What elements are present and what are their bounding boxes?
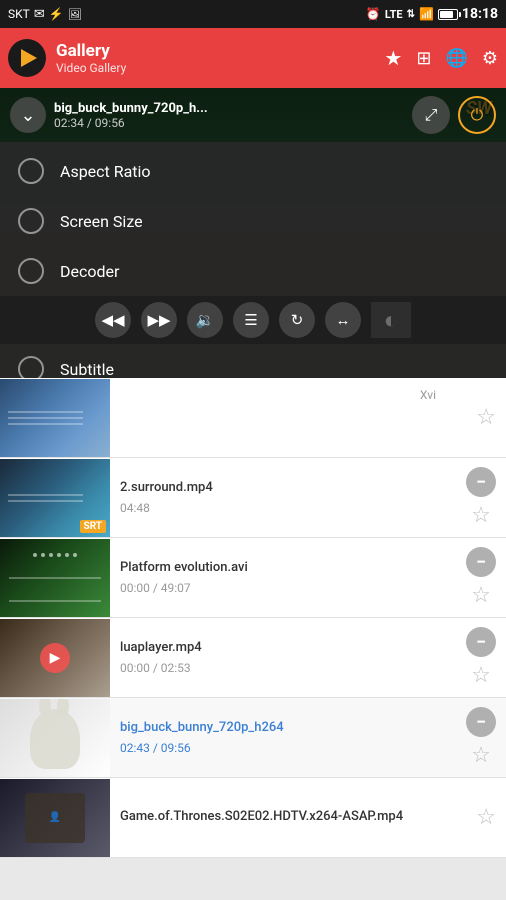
file-info: luaplayer.mp4 00:00 / 02:53	[110, 634, 466, 681]
file-actions: − ☆	[466, 467, 506, 528]
file-thumbnail	[0, 539, 110, 617]
overlay-dim: ◐	[371, 302, 411, 338]
app-bar: Gallery Video Gallery ★ ⊞ 🌐 ⚙	[0, 28, 506, 88]
file-info: Platform evolution.avi 00:00 / 49:07	[110, 554, 466, 601]
file-info: big_buck_bunny_720p_h264 02:43 / 09:56	[110, 714, 466, 761]
star-button[interactable]: ☆	[471, 663, 491, 688]
fit-button[interactable]: ↔	[325, 302, 361, 338]
radio-aspect-ratio	[18, 158, 44, 184]
list-item[interactable]: big_buck_bunny_720p_h264 02:43 / 09:56 −…	[0, 698, 506, 778]
player-chevron-button[interactable]: ⌄	[10, 97, 46, 133]
file-actions: − ☆	[466, 627, 506, 688]
radio-subtitle	[18, 356, 44, 378]
gallery-status-icon: 🖼	[68, 8, 82, 21]
remove-button[interactable]: −	[466, 547, 496, 577]
app-title: Gallery	[56, 41, 376, 61]
radio-decoder	[18, 258, 44, 284]
file-time: 00:00 / 02:53	[120, 661, 456, 675]
file-info: 2.surround.mp4 04:48	[110, 474, 466, 521]
settings-icon[interactable]: ⚙	[482, 48, 498, 69]
usb-icon: ⚡	[49, 7, 64, 21]
carrier-label: SKT	[8, 7, 30, 21]
file-info	[110, 412, 476, 424]
file-actions: − ☆	[466, 547, 506, 608]
file-name: Game.of.Thrones.S02E02.HDTV.x264-ASAP.mp…	[120, 809, 466, 826]
file-name: 2.surround.mp4	[120, 480, 456, 497]
signal-icon: 📶	[419, 7, 434, 21]
menu-item-screen-size[interactable]: Screen Size	[0, 196, 506, 246]
time-label: 18:18	[462, 6, 498, 22]
file-thumbnail	[0, 699, 110, 777]
star-button[interactable]: ☆	[476, 805, 496, 830]
menu-item-aspect-ratio[interactable]: Aspect Ratio	[0, 146, 506, 196]
player-area[interactable]: SW ⌄ big_buck_bunny_720p_h... 02:34 / 09…	[0, 88, 506, 378]
file-thumbnail	[0, 379, 110, 457]
battery-icon	[438, 9, 458, 20]
menu-label-subtitle: Subtitle	[60, 360, 114, 379]
list-item[interactable]: ▶ luaplayer.mp4 00:00 / 02:53 − ☆	[0, 618, 506, 698]
file-thumbnail: SRT	[0, 459, 110, 537]
player-filename: big_buck_bunny_720p_h...	[54, 101, 404, 116]
star-button[interactable]: ☆	[476, 405, 496, 430]
skip-back-button[interactable]: ◀◀	[95, 302, 131, 338]
email-icon: ✉	[34, 7, 45, 22]
expand-button[interactable]: ⤢	[412, 96, 450, 134]
equalizer-button[interactable]: ☰	[233, 302, 269, 338]
file-name: luaplayer.mp4	[120, 640, 456, 657]
file-actions: − ☆	[466, 707, 506, 768]
menu-label-decoder: Decoder	[60, 262, 119, 281]
star-icon[interactable]: ★	[384, 46, 402, 70]
file-info: Game.of.Thrones.S02E02.HDTV.x264-ASAP.mp…	[110, 803, 476, 832]
globe-icon[interactable]: 🌐	[445, 48, 467, 69]
star-button[interactable]: ☆	[471, 503, 491, 528]
player-time: 02:34 / 09:56	[54, 116, 404, 130]
list-item[interactable]: SRT 2.surround.mp4 04:48 − ☆	[0, 458, 506, 538]
radio-screen-size	[18, 208, 44, 234]
volume-button[interactable]: 🔉	[187, 302, 223, 338]
list-item[interactable]: 👤 Game.of.Thrones.S02E02.HDTV.x264-ASAP.…	[0, 778, 506, 858]
player-top-bar: ⌄ big_buck_bunny_720p_h... 02:34 / 09:56…	[0, 88, 506, 142]
list-item[interactable]: Xvi ☆	[0, 378, 506, 458]
file-time: 00:00 / 49:07	[120, 581, 456, 595]
grid-icon[interactable]: ⊞	[416, 48, 431, 69]
dropdown-menu: Aspect Ratio Screen Size Decoder ◀◀ ▶▶ 🔉…	[0, 142, 506, 378]
play-logo-triangle	[21, 49, 37, 67]
power-button[interactable]: ⏻	[458, 96, 496, 134]
lte-arrows-icon: ⇅	[407, 9, 415, 20]
srt-badge: SRT	[80, 520, 106, 533]
remove-button[interactable]: −	[466, 627, 496, 657]
list-item[interactable]: Platform evolution.avi 00:00 / 49:07 − ☆	[0, 538, 506, 618]
file-thumbnail: ▶	[0, 619, 110, 697]
remove-button[interactable]: −	[466, 467, 496, 497]
app-title-group: Gallery Video Gallery	[56, 41, 376, 75]
skip-forward-button[interactable]: ▶▶	[141, 302, 177, 338]
star-button[interactable]: ☆	[471, 743, 491, 768]
xvi-label: Xvi	[420, 388, 436, 402]
file-actions: ☆	[476, 405, 506, 430]
menu-label-aspect-ratio: Aspect Ratio	[60, 162, 151, 181]
file-time: 02:43 / 09:56	[120, 741, 456, 755]
file-list: Xvi ☆ SRT 2.surround.mp4 04:48 − ☆	[0, 378, 506, 858]
file-actions: ☆	[476, 805, 506, 830]
player-overlay: ⌄ big_buck_bunny_720p_h... 02:34 / 09:56…	[0, 88, 506, 378]
app-logo[interactable]	[8, 39, 46, 77]
menu-item-decoder[interactable]: Decoder	[0, 246, 506, 296]
star-button[interactable]: ☆	[471, 583, 491, 608]
rotate-button[interactable]: ↻	[279, 302, 315, 338]
app-subtitle: Video Gallery	[56, 61, 376, 75]
lte-label: LTE	[385, 8, 403, 21]
alarm-icon: ⏰	[366, 7, 381, 21]
file-name: big_buck_bunny_720p_h264	[120, 720, 456, 737]
menu-item-subtitle[interactable]: Subtitle	[0, 344, 506, 378]
appbar-icons: ★ ⊞ 🌐 ⚙	[384, 46, 498, 70]
file-name: Platform evolution.avi	[120, 560, 456, 577]
remove-button[interactable]: −	[466, 707, 496, 737]
file-time: 04:48	[120, 501, 456, 515]
player-controls: ◀◀ ▶▶ 🔉 ☰ ↻ ↔ ◐	[0, 296, 506, 344]
file-thumbnail: 👤	[0, 779, 110, 857]
status-bar: SKT ✉ ⚡ 🖼 ⏰ LTE ⇅ 📶 18:18	[0, 0, 506, 28]
menu-label-screen-size: Screen Size	[60, 212, 143, 231]
